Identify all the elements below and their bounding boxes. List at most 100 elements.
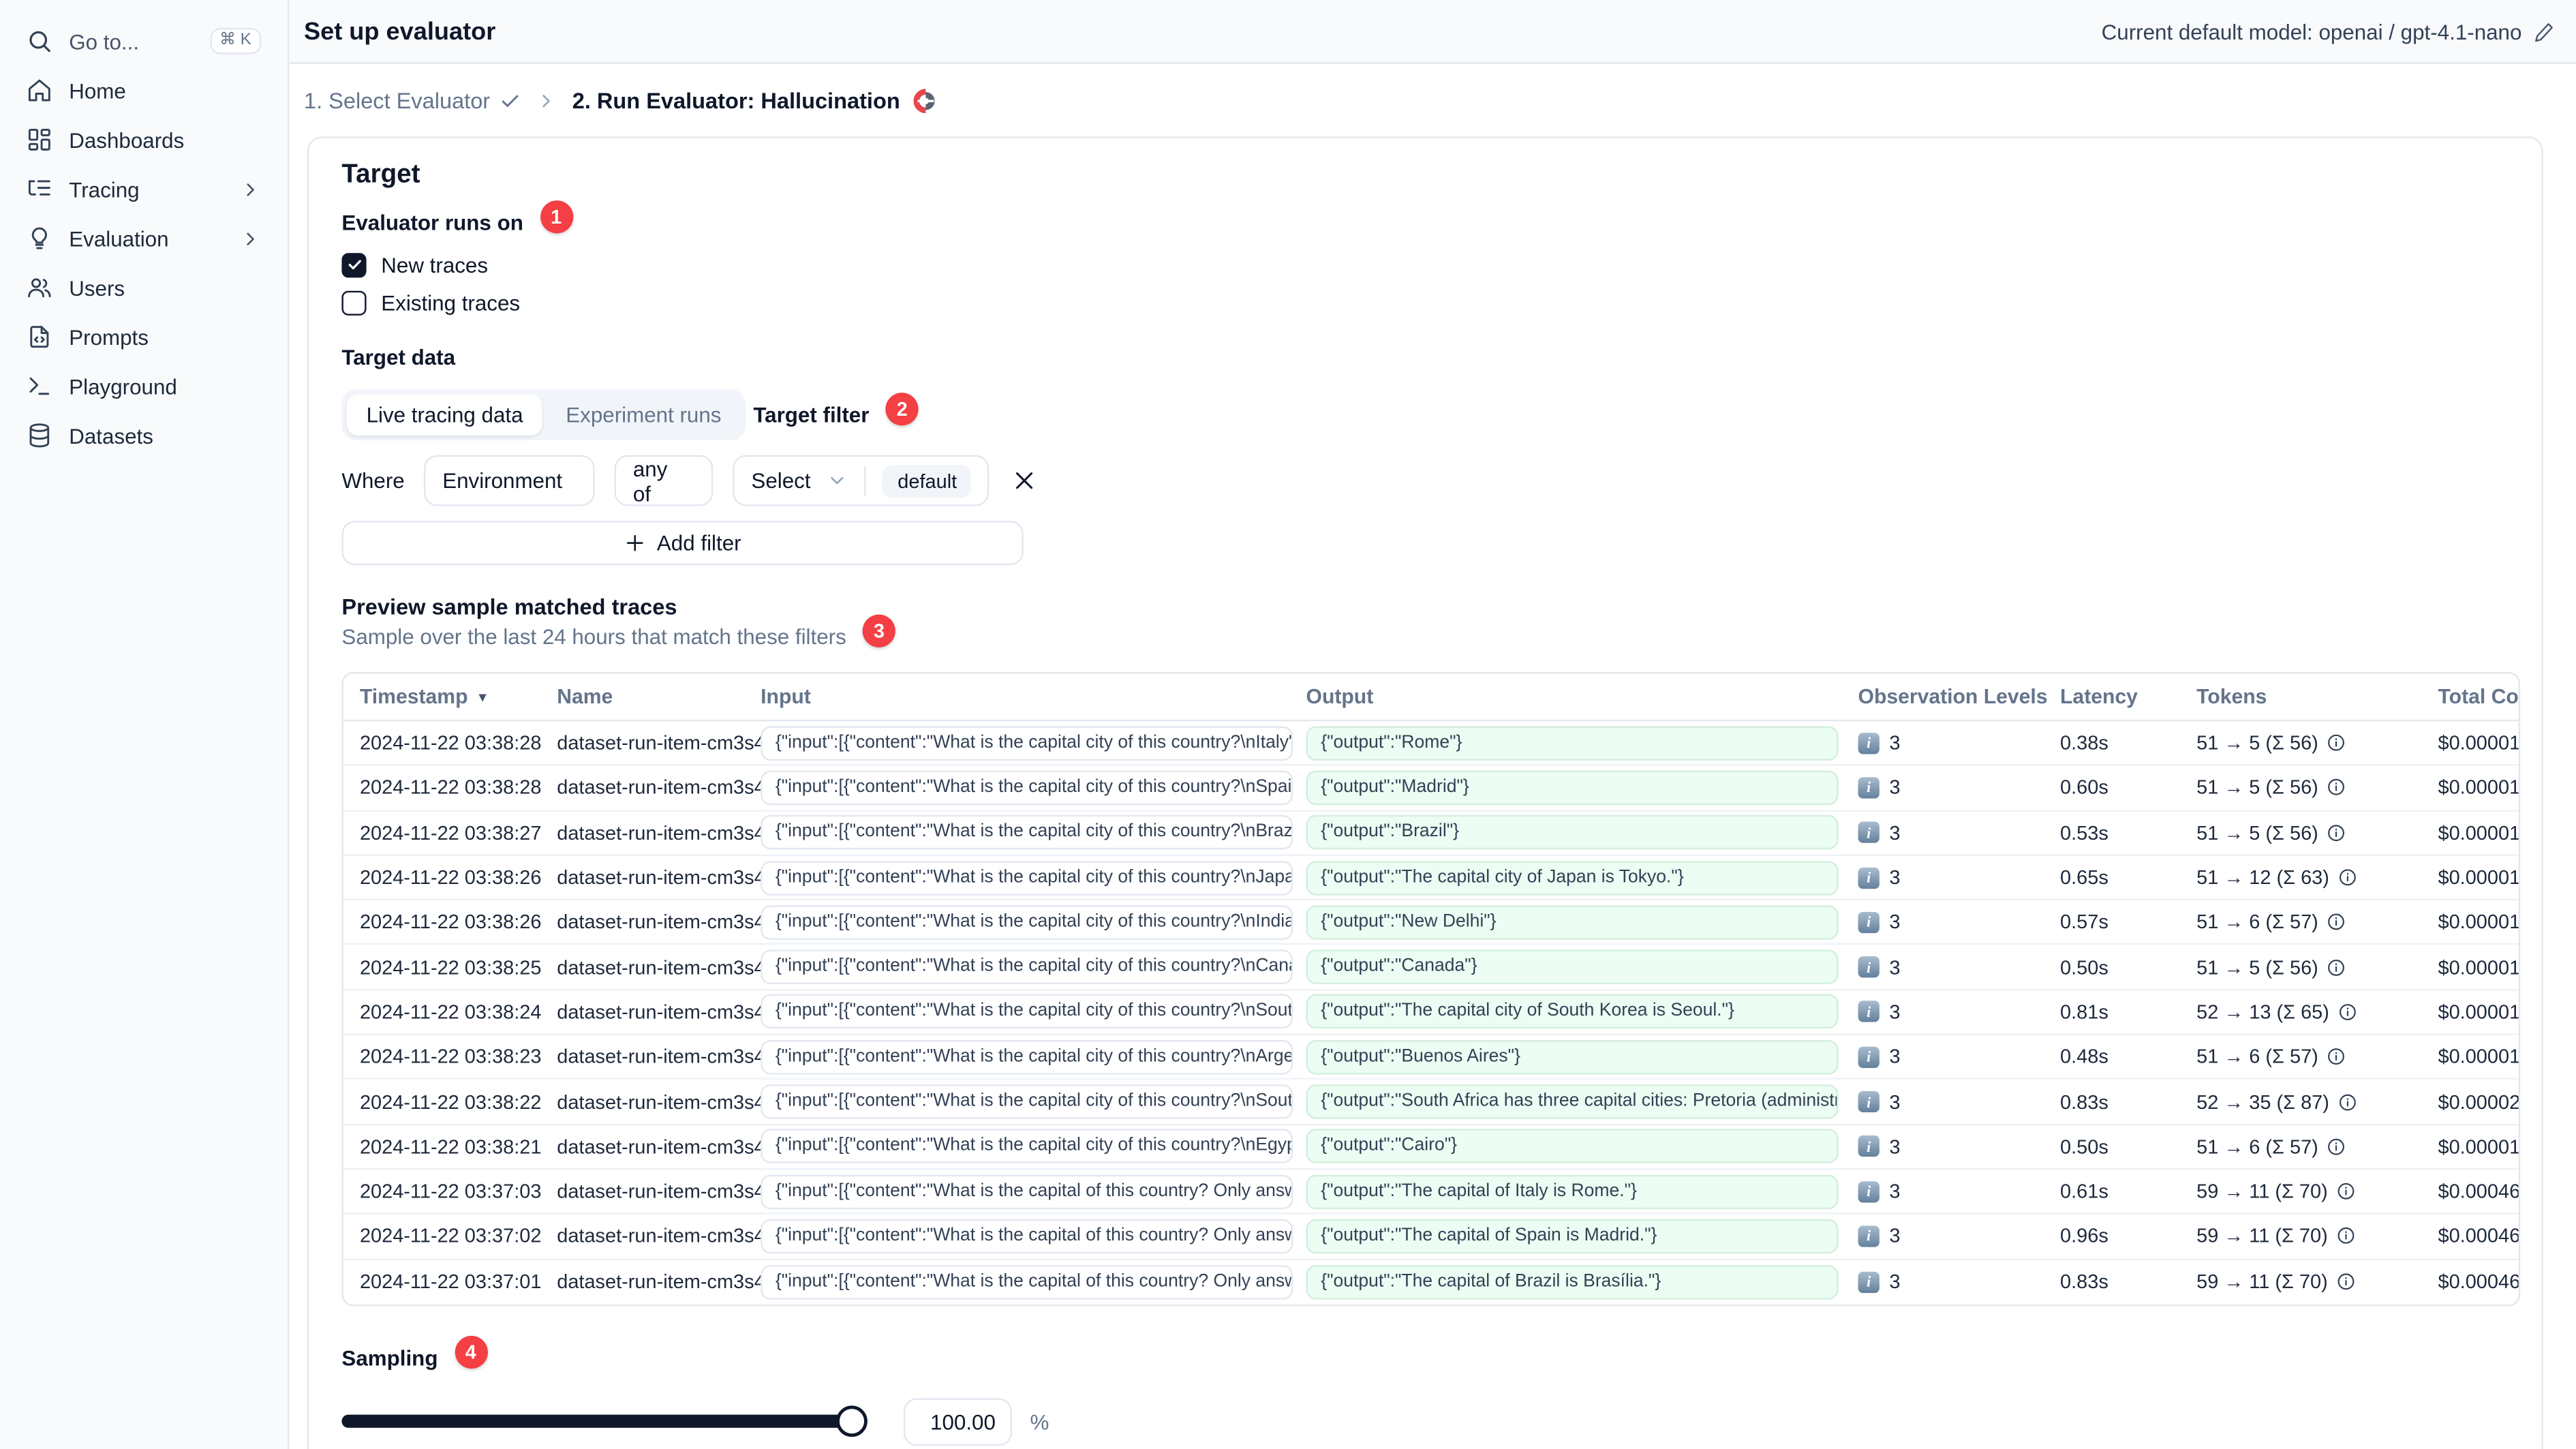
search-icon	[27, 28, 53, 55]
sidebar-item-dashboards[interactable]: Dashboards	[16, 115, 271, 164]
info-circle-icon[interactable]	[2327, 1047, 2346, 1067]
info-circle-icon[interactable]	[2327, 913, 2346, 932]
column-header-total-cost[interactable]: Total Cost	[2438, 685, 2518, 708]
info-circle-icon[interactable]	[2327, 778, 2346, 797]
output-cell[interactable]: {"output":"The capital of Brazil is Bras…	[1306, 1264, 1839, 1300]
filter-value-select[interactable]: Select default	[733, 455, 990, 506]
sidebar-item-users[interactable]: Users	[16, 263, 271, 312]
where-label: Where	[341, 468, 405, 493]
output-cell[interactable]: {"output":"Cairo"}	[1306, 1129, 1839, 1164]
remove-filter-button[interactable]	[1013, 468, 1037, 493]
breadcrumb-step-2[interactable]: 2. Run Evaluator: Hallucination	[572, 87, 940, 115]
output-cell[interactable]: {"output":"The capital of Spain is Madri…	[1306, 1219, 1839, 1254]
column-header-name[interactable]: Name	[557, 685, 761, 708]
add-filter-button[interactable]: Add filter	[341, 521, 1024, 566]
info-circle-icon[interactable]	[2336, 1272, 2356, 1292]
table-row[interactable]: 2024-11-22 03:38:26 dataset-run-item-cm3…	[343, 856, 2519, 901]
table-row[interactable]: 2024-11-22 03:38:21 dataset-run-item-cm3…	[343, 1125, 2519, 1170]
table-row[interactable]: 2024-11-22 03:38:28 dataset-run-item-cm3…	[343, 766, 2519, 811]
input-cell[interactable]: {"input":[{"content":"What is the capita…	[761, 725, 1293, 761]
goto-search[interactable]: Go to... ⌘ K	[16, 16, 271, 65]
input-cell[interactable]: {"input":[{"content":"What is the capita…	[761, 1219, 1293, 1254]
table-row[interactable]: 2024-11-22 03:37:01 dataset-run-item-cm3…	[343, 1260, 2519, 1305]
table-row[interactable]: 2024-11-22 03:38:22 dataset-run-item-cm3…	[343, 1080, 2521, 1125]
input-cell[interactable]: {"input":[{"content":"What is the capita…	[761, 994, 1293, 1030]
input-cell[interactable]: {"input":[{"content":"What is the capita…	[761, 904, 1293, 940]
info-circle-icon[interactable]	[2337, 1092, 2357, 1112]
info-circle-icon[interactable]	[2327, 733, 2346, 753]
input-cell[interactable]: {"input":[{"content":"What is the capita…	[761, 1264, 1293, 1300]
info-badge-icon: i	[1858, 911, 1880, 933]
name-cell: dataset-run-item-cm3s4	[557, 956, 761, 979]
output-cell[interactable]: {"output":"Buenos Aires"}	[1306, 1039, 1839, 1074]
input-cell[interactable]: {"input":[{"content":"What is the capita…	[761, 860, 1293, 895]
info-circle-icon[interactable]	[2336, 1226, 2356, 1246]
input-cell[interactable]: {"input":[{"content":"What is the capita…	[761, 1084, 1293, 1119]
sidebar-item-tracing[interactable]: Tracing	[16, 164, 271, 213]
column-header-observation-levels[interactable]: Observation Levels	[1858, 685, 2061, 708]
info-circle-icon[interactable]	[2337, 1002, 2357, 1022]
column-header-tokens[interactable]: Tokens	[2196, 685, 2438, 708]
filter-operator-select[interactable]: any of	[615, 455, 714, 506]
table-row[interactable]: 2024-11-22 03:38:23 dataset-run-item-cm3…	[343, 1035, 2519, 1080]
column-header-output[interactable]: Output	[1306, 685, 1858, 708]
table-row[interactable]: 2024-11-22 03:37:03 dataset-run-item-cm3…	[343, 1170, 2519, 1215]
sidebar-item-home[interactable]: Home	[16, 65, 271, 115]
output-cell[interactable]: {"output":"Rome"}	[1306, 725, 1839, 761]
sidebar-item-evaluation[interactable]: Evaluation	[16, 213, 271, 262]
breadcrumb-step-1[interactable]: 1. Select Evaluator	[304, 89, 521, 113]
output-cell[interactable]: {"output":"New Delhi"}	[1306, 904, 1839, 940]
tab-experiment-runs[interactable]: Experiment runs	[546, 395, 741, 436]
input-cell[interactable]: {"input":[{"content":"What is the capita…	[761, 1039, 1293, 1074]
existing-traces-checkbox[interactable]	[341, 290, 367, 315]
plus-icon	[624, 532, 645, 553]
timestamp-cell: 2024-11-22 03:38:27	[359, 821, 542, 844]
filter-column-select[interactable]: Environment	[424, 455, 596, 506]
chevron-down-icon	[694, 470, 695, 491]
sampling-slider[interactable]	[341, 1406, 868, 1438]
latency-cell: 0.83s	[2060, 1270, 2109, 1294]
table-row[interactable]: 2024-11-22 03:38:26 dataset-run-item-cm3…	[343, 901, 2519, 946]
sidebar-item-prompts[interactable]: Prompts	[16, 312, 271, 361]
column-header-latency[interactable]: Latency	[2060, 685, 2196, 708]
table-row[interactable]: 2024-11-22 03:38:24 dataset-run-item-cm3…	[343, 990, 2521, 1035]
pencil-icon[interactable]	[2533, 20, 2554, 42]
table-row[interactable]: 2024-11-22 03:38:27 dataset-run-item-cm3…	[343, 811, 2519, 856]
total-cost-cell: $0.000016	[2438, 1000, 2521, 1024]
total-cost-cell: $0.000029	[2438, 1090, 2521, 1114]
input-cell[interactable]: {"input":[{"content":"What is the capita…	[761, 815, 1293, 850]
table-row[interactable]: 2024-11-22 03:37:02 dataset-run-item-cm3…	[343, 1215, 2519, 1260]
info-circle-icon[interactable]	[2327, 823, 2346, 842]
column-header-timestamp[interactable]: Timestamp ▼	[360, 685, 557, 708]
observation-levels-cell: i 3	[1858, 776, 2061, 799]
sidebar-item-playground[interactable]: Playground	[16, 361, 271, 410]
input-cell[interactable]: {"input":[{"content":"What is the capita…	[761, 1129, 1293, 1164]
latency-cell: 0.50s	[2060, 1135, 2109, 1159]
input-cell[interactable]: {"input":[{"content":"What is the capita…	[761, 949, 1293, 985]
sidebar-item-datasets[interactable]: Datasets	[16, 411, 271, 460]
chevron-right-icon	[240, 228, 261, 249]
output-cell[interactable]: {"output":"Madrid"}	[1306, 770, 1839, 806]
sampling-percentage-input[interactable]	[903, 1398, 1012, 1446]
new-traces-checkbox[interactable]	[341, 252, 367, 277]
info-circle-icon[interactable]	[2327, 1137, 2346, 1157]
output-cell[interactable]: {"output":"South Africa has three capita…	[1306, 1084, 1839, 1119]
info-circle-icon[interactable]	[2327, 958, 2346, 977]
checkbox-existing-traces[interactable]: Existing traces	[341, 286, 2541, 318]
output-cell[interactable]: {"output":"Canada"}	[1306, 949, 1839, 985]
checkbox-new-traces[interactable]: New traces	[341, 248, 2541, 281]
output-cell[interactable]: {"output":"The capital city of South Kor…	[1306, 994, 1839, 1030]
info-circle-icon[interactable]	[2336, 1182, 2356, 1202]
table-row[interactable]: 2024-11-22 03:38:25 dataset-run-item-cm3…	[343, 945, 2519, 991]
home-icon	[27, 77, 53, 104]
slider-thumb[interactable]	[836, 1406, 868, 1438]
column-header-input[interactable]: Input	[761, 685, 1306, 708]
info-circle-icon[interactable]	[2337, 868, 2357, 887]
output-cell[interactable]: {"output":"Brazil"}	[1306, 815, 1839, 850]
input-cell[interactable]: {"input":[{"content":"What is the capita…	[761, 1174, 1293, 1209]
table-row[interactable]: 2024-11-22 03:38:28 dataset-run-item-cm3…	[343, 721, 2519, 767]
tab-live-tracing-data[interactable]: Live tracing data	[346, 394, 543, 436]
output-cell[interactable]: {"output":"The capital of Italy is Rome.…	[1306, 1174, 1839, 1209]
input-cell[interactable]: {"input":[{"content":"What is the capita…	[761, 770, 1293, 806]
output-cell[interactable]: {"output":"The capital city of Japan is …	[1306, 860, 1839, 895]
